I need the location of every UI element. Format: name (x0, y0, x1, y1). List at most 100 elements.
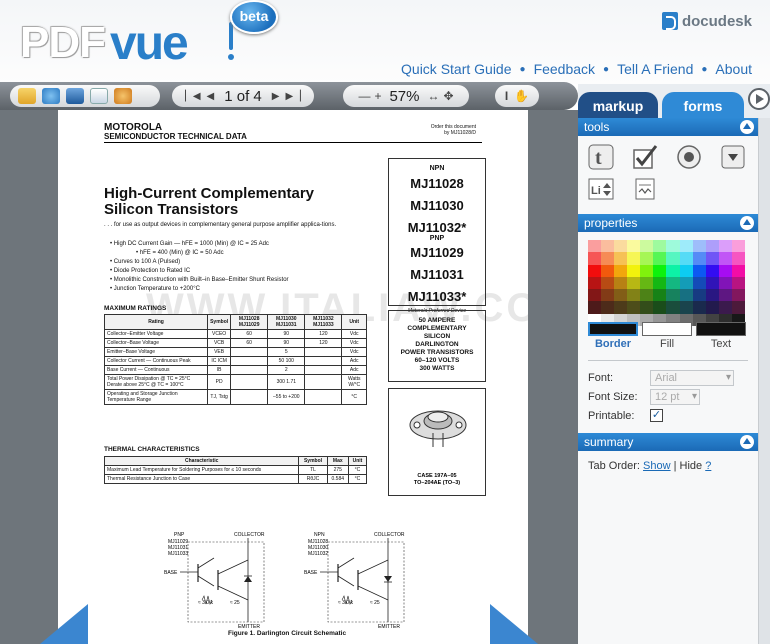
palette-color-swatch[interactable] (614, 301, 628, 314)
palette-color-swatch[interactable] (588, 264, 602, 277)
palette-color-swatch[interactable] (718, 276, 732, 290)
palette-color-swatch[interactable] (666, 289, 680, 302)
palette-color-swatch[interactable] (653, 264, 667, 277)
palette-color-swatch[interactable] (614, 252, 628, 265)
palette-color-swatch[interactable] (705, 301, 719, 314)
palette-color-swatch[interactable] (705, 264, 719, 277)
collapse-icon[interactable] (740, 216, 754, 230)
border-swatch-label[interactable]: Border (588, 338, 638, 350)
palette-color-swatch[interactable] (679, 240, 693, 253)
palette-color-swatch[interactable] (601, 289, 615, 302)
border-color-swatch[interactable] (588, 322, 638, 336)
printable-checkbox[interactable]: ✓ (650, 409, 663, 422)
tab-forms[interactable]: forms (662, 92, 744, 120)
palette-color-swatch[interactable] (692, 240, 706, 253)
palette-color-swatch[interactable] (653, 289, 667, 302)
palette-color-swatch[interactable] (679, 289, 693, 302)
palette-color-swatch[interactable] (679, 276, 693, 290)
palette-color-swatch[interactable] (614, 264, 628, 277)
tab-markup[interactable]: markup (578, 92, 658, 120)
text-select-icon[interactable]: I (505, 89, 508, 103)
palette-color-swatch[interactable] (588, 301, 602, 314)
palette-color-swatch[interactable] (705, 252, 719, 265)
palette-color-swatch[interactable] (718, 289, 732, 302)
previous-page-button[interactable]: ◀ (205, 91, 217, 102)
palette-color-swatch[interactable] (627, 240, 641, 253)
download-icon[interactable] (90, 88, 108, 104)
signature-tool-icon[interactable] (632, 176, 658, 202)
font-size-select[interactable]: 12 pt (650, 389, 700, 405)
palette-color-swatch[interactable] (718, 264, 732, 277)
upload-icon[interactable] (42, 88, 60, 104)
open-folder-icon[interactable] (18, 88, 36, 104)
palette-color-swatch[interactable] (679, 252, 693, 265)
text-color-swatch[interactable] (696, 322, 746, 336)
palette-color-swatch[interactable] (640, 276, 654, 290)
fit-width-icon[interactable]: ↔ (427, 89, 439, 103)
collapse-icon[interactable] (740, 120, 754, 134)
palette-color-swatch[interactable] (679, 301, 693, 314)
fill-color-swatch[interactable] (642, 322, 692, 336)
palette-color-swatch[interactable] (731, 301, 745, 314)
checkbox-tool-icon[interactable] (632, 144, 658, 170)
palette-color-swatch[interactable] (718, 240, 732, 253)
palette-color-swatch[interactable] (601, 301, 615, 314)
palette-color-swatch[interactable] (627, 289, 641, 302)
palette-color-swatch[interactable] (653, 301, 667, 314)
palette-color-swatch[interactable] (640, 289, 654, 302)
palette-color-swatch[interactable] (614, 276, 628, 290)
palette-color-swatch[interactable] (601, 276, 615, 290)
feedback-link[interactable]: Feedback (534, 61, 595, 77)
palette-color-swatch[interactable] (614, 289, 628, 302)
text-swatch-label[interactable]: Text (696, 338, 746, 350)
docudesk-brand[interactable]: docudesk (661, 12, 752, 30)
pan-hand-icon[interactable]: ✋ (514, 89, 529, 103)
next-page-arrow-icon[interactable] (490, 604, 538, 644)
dropdown-tool-icon[interactable] (720, 144, 746, 170)
palette-color-swatch[interactable] (705, 240, 719, 253)
zoom-in-button[interactable]: + (374, 89, 381, 103)
palette-color-swatch[interactable] (731, 276, 745, 290)
list-box-tool-icon[interactable]: Li (588, 176, 614, 202)
palette-color-swatch[interactable] (718, 252, 732, 265)
font-select[interactable]: Arial (650, 370, 734, 386)
palette-color-swatch[interactable] (588, 252, 602, 265)
palette-color-swatch[interactable] (653, 240, 667, 253)
palette-color-swatch[interactable] (666, 240, 680, 253)
fill-swatch-label[interactable]: Fill (642, 338, 692, 350)
palette-color-swatch[interactable] (640, 252, 654, 265)
palette-color-swatch[interactable] (627, 264, 641, 277)
first-page-button[interactable]: ▏◀ (183, 91, 202, 102)
palette-color-swatch[interactable] (731, 264, 745, 277)
tools-section-header[interactable]: tools (578, 118, 758, 136)
show-tab-order-link[interactable]: Show (643, 460, 671, 472)
summary-section-header[interactable]: summary (578, 433, 758, 451)
palette-color-swatch[interactable] (705, 276, 719, 290)
palette-color-swatch[interactable] (731, 252, 745, 265)
document-viewport[interactable]: WWW.ITALIAW.COM MOTOROLA SEMICONDUCTOR T… (0, 110, 578, 644)
radio-button-tool-icon[interactable] (676, 144, 702, 170)
collapse-icon[interactable] (740, 435, 754, 449)
palette-color-swatch[interactable] (588, 289, 602, 302)
palette-color-swatch[interactable] (692, 301, 706, 314)
color-palette[interactable] (588, 240, 745, 327)
save-icon[interactable] (66, 88, 84, 104)
palette-color-swatch[interactable] (627, 252, 641, 265)
palette-color-swatch[interactable] (627, 301, 641, 314)
palette-color-swatch[interactable] (653, 252, 667, 265)
palette-color-swatch[interactable] (640, 240, 654, 253)
palette-color-swatch[interactable] (588, 240, 602, 253)
palette-color-swatch[interactable] (653, 276, 667, 290)
palette-color-swatch[interactable] (601, 240, 615, 253)
palette-color-swatch[interactable] (601, 264, 615, 277)
share-users-icon[interactable] (114, 88, 132, 104)
properties-section-header[interactable]: properties (578, 214, 758, 232)
palette-color-swatch[interactable] (731, 289, 745, 302)
palette-color-swatch[interactable] (705, 289, 719, 302)
palette-color-swatch[interactable] (601, 252, 615, 265)
last-page-button[interactable]: ▶▕ (283, 91, 302, 102)
palette-color-swatch[interactable] (627, 276, 641, 290)
palette-color-swatch[interactable] (614, 240, 628, 253)
palette-color-swatch[interactable] (692, 289, 706, 302)
panel-next-icon[interactable] (748, 88, 770, 110)
